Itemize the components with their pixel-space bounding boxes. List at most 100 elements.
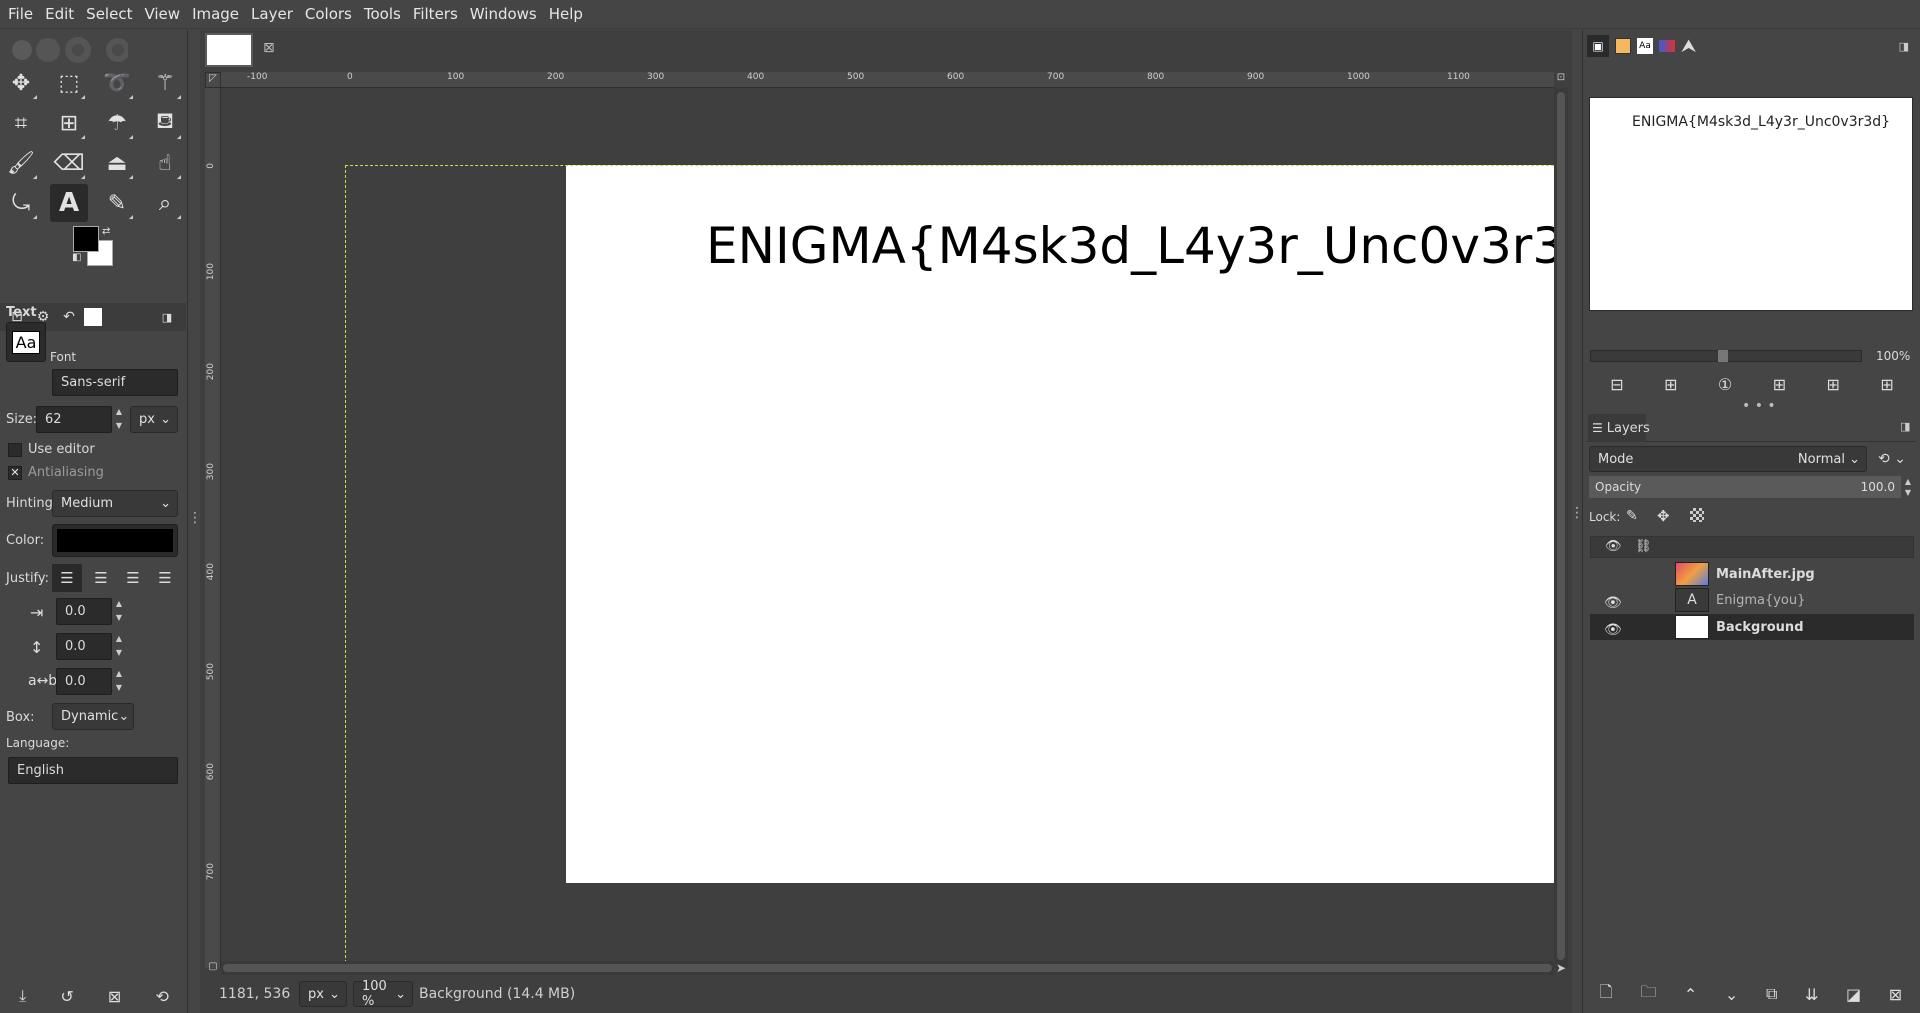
- paintbrush-tool-icon[interactable]: 🖌: [2, 144, 40, 182]
- layer-row-selected[interactable]: 👁 Background: [1590, 614, 1914, 640]
- patterns-tab-icon[interactable]: [1615, 38, 1631, 54]
- new-layer-group-icon[interactable]: 🗀: [1640, 981, 1656, 1008]
- size-unit-select[interactable]: px ⌄: [130, 406, 178, 433]
- fill-window-icon[interactable]: ⊞: [1827, 375, 1840, 394]
- language-field[interactable]: English: [8, 757, 178, 784]
- zoom-1-1-icon[interactable]: ①: [1718, 375, 1732, 394]
- navigator-tab-icon[interactable]: ▣: [1587, 35, 1609, 57]
- box-select[interactable]: Dynamic ⌄: [52, 703, 134, 730]
- line-spacing-spin-up[interactable]: ▲: [113, 634, 125, 644]
- menu-filters[interactable]: Filters: [407, 0, 464, 29]
- paths-tool-icon[interactable]: ⤿: [2, 184, 40, 222]
- smudge-tool-icon[interactable]: ☝: [146, 144, 184, 182]
- menu-colors[interactable]: Colors: [299, 0, 358, 29]
- color-picker-tool-icon[interactable]: ✎: [98, 184, 136, 222]
- rect-select-tool-icon[interactable]: ⬚: [50, 64, 88, 102]
- shrink-wrap-icon[interactable]: ⊞: [1880, 375, 1893, 394]
- palettes-tab-icon[interactable]: [1659, 40, 1675, 52]
- delete-options-icon[interactable]: ⊠: [108, 987, 121, 1006]
- eraser-tool-icon[interactable]: ⌫: [50, 144, 88, 182]
- layers-tab[interactable]: ☰ Layers: [1588, 414, 1650, 442]
- opacity-slider[interactable]: Opacity 100.0: [1589, 476, 1901, 498]
- size-spin-up[interactable]: ▲: [113, 407, 125, 417]
- clone-tool-icon[interactable]: ⏏: [98, 144, 136, 182]
- free-select-tool-icon[interactable]: ➰: [98, 64, 136, 102]
- merge-down-icon[interactable]: ⇊: [1805, 985, 1818, 1004]
- letter-spacing-spin-down[interactable]: ▼: [113, 683, 125, 693]
- navigator-preview[interactable]: ENIGMA{M4sk3d_L4y3r_Unc0v3r3d}: [1589, 97, 1913, 311]
- antialiasing-checkbox[interactable]: ✕: [8, 466, 22, 480]
- unit-select[interactable]: px ⌄: [299, 981, 347, 1007]
- undo-history-tab-icon[interactable]: ↶: [58, 306, 80, 328]
- zoom-image-icon[interactable]: ⊡: [1554, 72, 1568, 88]
- horizontal-scrollbar[interactable]: [221, 961, 1554, 975]
- zoom-out-icon[interactable]: ⊟: [1610, 375, 1623, 394]
- lock-pixels-icon[interactable]: ✎: [1626, 508, 1638, 524]
- dynamics-tab-icon[interactable]: ⮝: [1681, 36, 1696, 57]
- hinting-select[interactable]: Medium ⌄: [52, 490, 178, 517]
- bucket-fill-tool-icon[interactable]: ⛾: [146, 104, 184, 142]
- delete-layer-icon[interactable]: ⊠: [1889, 985, 1902, 1004]
- line-spacing-spin-down[interactable]: ▼: [113, 648, 125, 658]
- add-mask-icon[interactable]: ◪: [1846, 985, 1861, 1004]
- letter-spacing-input[interactable]: 0.0: [56, 668, 112, 695]
- menu-windows[interactable]: Windows: [464, 0, 543, 29]
- save-options-icon[interactable]: ⤓: [19, 986, 26, 1006]
- justify-fill-icon[interactable]: ☰: [150, 564, 180, 592]
- justify-center-icon[interactable]: ☰: [118, 564, 148, 592]
- fit-image-icon[interactable]: ⊞: [1773, 375, 1786, 394]
- layers-configure-icon[interactable]: ◨: [1900, 420, 1910, 433]
- fonts-tab-icon[interactable]: Aa: [1637, 38, 1653, 54]
- opacity-spin-up[interactable]: ▲: [1902, 477, 1914, 487]
- canvas-viewport[interactable]: ENIGMA{M4sk3d_L4y3r_Unc0v3r3d}: [221, 88, 1554, 968]
- default-colors-icon[interactable]: ◧: [72, 252, 81, 263]
- restore-options-icon[interactable]: ↺: [60, 987, 73, 1006]
- menu-help[interactable]: Help: [543, 0, 589, 29]
- menu-edit[interactable]: Edit: [39, 0, 80, 29]
- layer-name[interactable]: Enigma{you}: [1716, 593, 1805, 608]
- images-tab-icon[interactable]: [84, 308, 102, 326]
- letter-spacing-spin-up[interactable]: ▲: [113, 669, 125, 679]
- navigator-zoom-handle[interactable]: [1718, 350, 1728, 362]
- mode-switch-icon[interactable]: ⟲ ⌄: [1870, 446, 1914, 472]
- toggle-quick-mask-icon[interactable]: ▢: [205, 961, 221, 975]
- fuzzy-select-tool-icon[interactable]: ⚚: [146, 64, 184, 102]
- horizontal-scrollbar-thumb[interactable]: [223, 964, 1552, 972]
- font-field[interactable]: Sans-serif: [52, 369, 178, 396]
- size-spin-down[interactable]: ▼: [113, 421, 125, 431]
- vertical-scrollbar[interactable]: [1554, 88, 1568, 968]
- layer-mode-select[interactable]: Mode Normal ⌄: [1589, 446, 1867, 472]
- layer-name[interactable]: MainAfter.jpg: [1716, 567, 1815, 582]
- raise-layer-icon[interactable]: ⌃: [1684, 985, 1697, 1004]
- image-document[interactable]: ENIGMA{M4sk3d_L4y3r_Unc0v3r3d}: [566, 165, 1554, 883]
- duplicate-layer-icon[interactable]: ⧉: [1766, 984, 1777, 1004]
- menu-tools[interactable]: Tools: [358, 0, 407, 29]
- crop-tool-icon[interactable]: ⌗: [2, 104, 40, 142]
- text-color-button[interactable]: [52, 524, 178, 557]
- configure-tab-icon[interactable]: ◨: [156, 306, 178, 328]
- warp-tool-icon[interactable]: ☂: [98, 104, 136, 142]
- new-layer-icon[interactable]: 🗋: [1600, 981, 1613, 1008]
- text-tool-icon[interactable]: A: [50, 184, 88, 222]
- zoom-in-icon[interactable]: ⊞: [1664, 375, 1677, 394]
- layer-row[interactable]: 👁 A Enigma{you}: [1590, 587, 1914, 613]
- navigator-configure-icon[interactable]: ◨: [1899, 40, 1909, 53]
- indent-input[interactable]: 0.0: [56, 598, 112, 625]
- quick-mask-corner-icon[interactable]: ◸: [205, 72, 221, 88]
- move-tool-icon[interactable]: ✥: [2, 64, 40, 102]
- opacity-spin-down[interactable]: ▼: [1902, 488, 1914, 498]
- zoom-tool-icon[interactable]: ⌕: [146, 184, 184, 222]
- line-spacing-input[interactable]: 0.0: [56, 633, 112, 660]
- reset-options-icon[interactable]: ⟲: [155, 987, 168, 1006]
- image-tab-thumbnail[interactable]: [205, 33, 253, 67]
- canvas-text-layer[interactable]: ENIGMA{M4sk3d_L4y3r_Unc0v3r3d}: [706, 217, 1554, 275]
- navigator-zoom-slider[interactable]: [1590, 350, 1862, 362]
- lock-position-icon[interactable]: ✥: [1657, 507, 1670, 525]
- use-editor-checkbox[interactable]: [8, 443, 22, 457]
- justify-right-icon[interactable]: ☰: [86, 564, 116, 592]
- unified-transform-tool-icon[interactable]: ⊞: [50, 104, 88, 142]
- size-input[interactable]: 62: [36, 406, 112, 433]
- visibility-eye-icon[interactable]: 👁: [1604, 595, 1622, 611]
- font-preview-button[interactable]: Aa: [6, 322, 46, 362]
- indent-spin-down[interactable]: ▼: [113, 613, 125, 623]
